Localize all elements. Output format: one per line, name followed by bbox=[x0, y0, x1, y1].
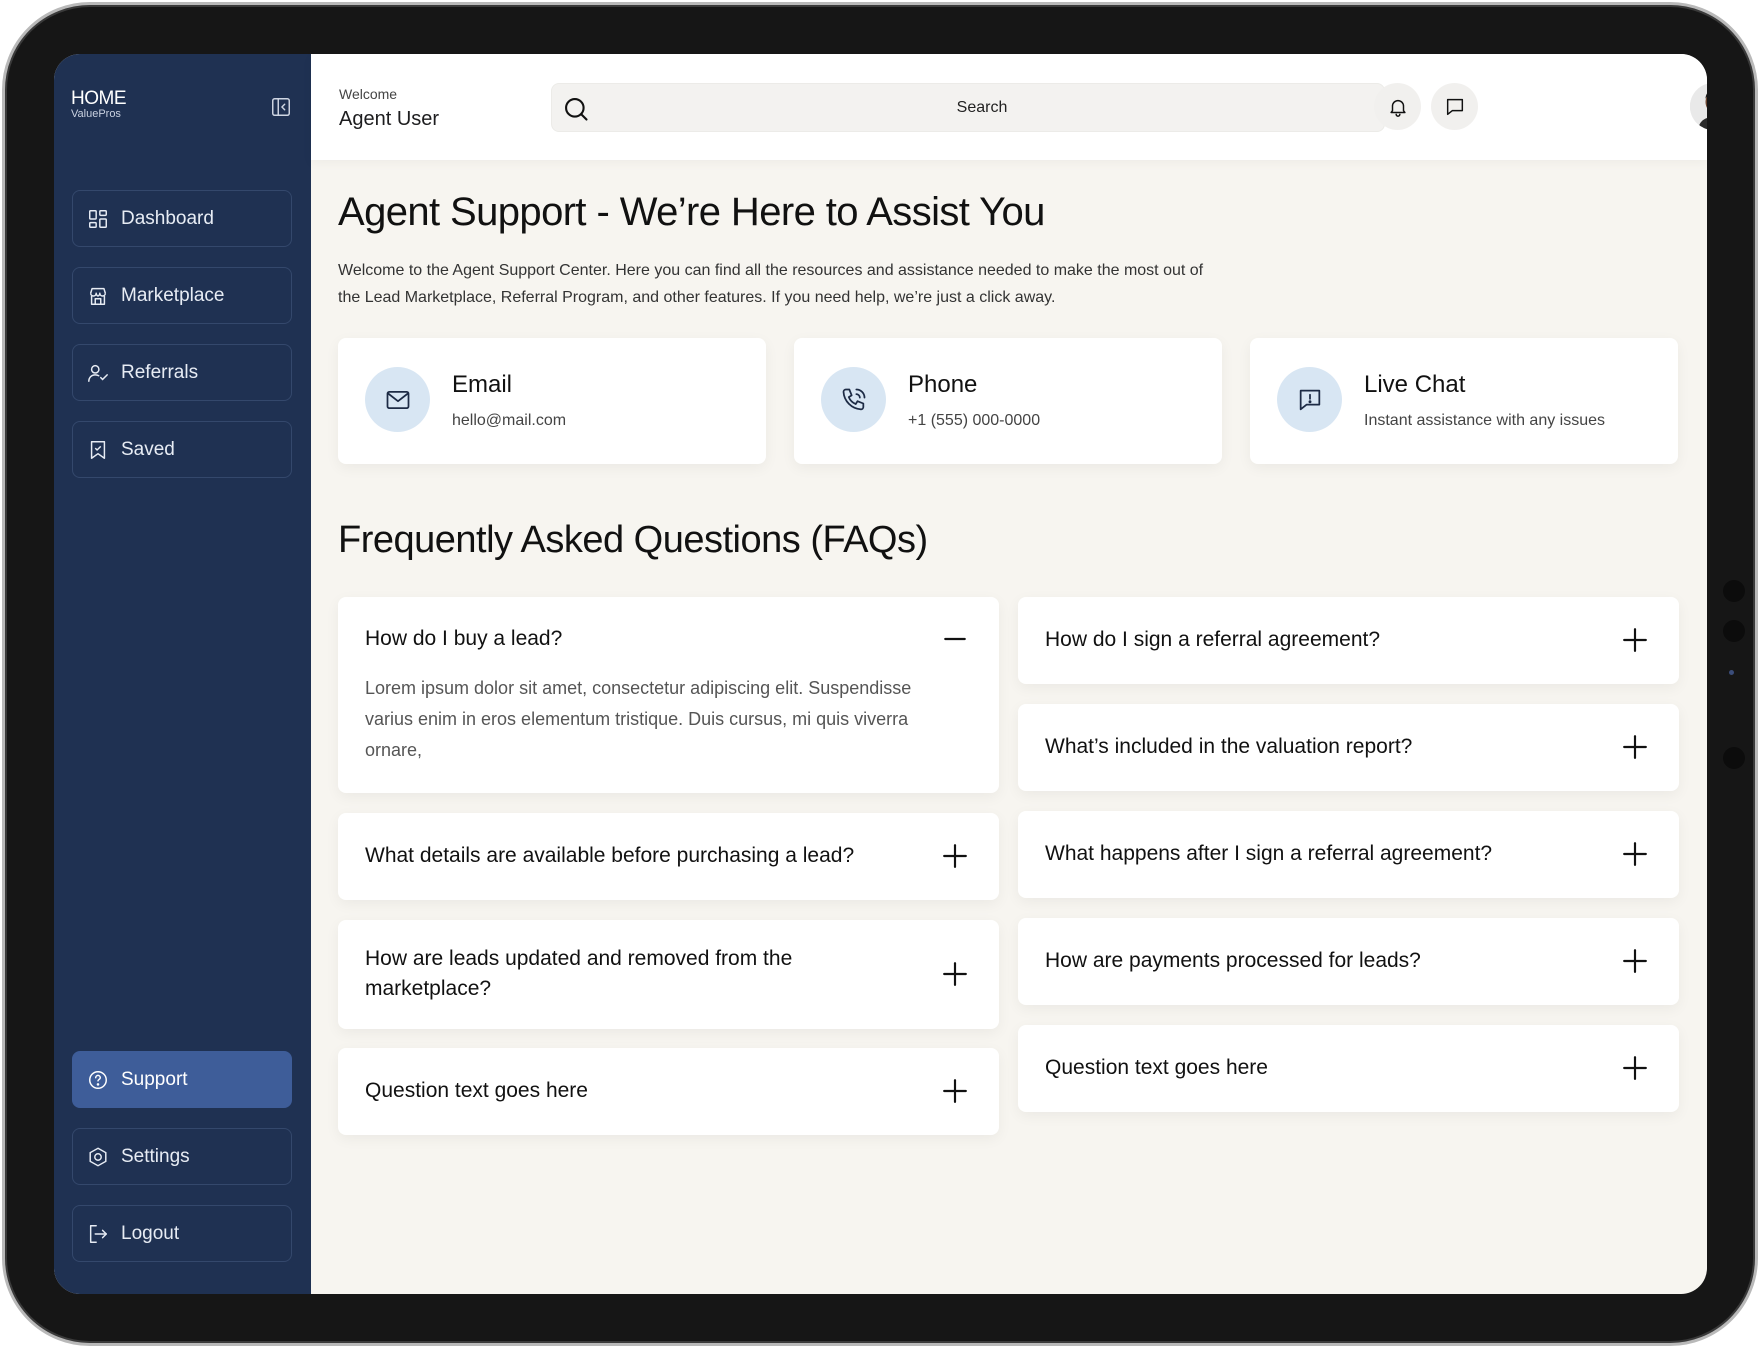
logout-icon bbox=[89, 1224, 107, 1243]
contact-email-value[interactable]: hello@mail.com bbox=[452, 412, 566, 430]
sidebar-item-label: Saved bbox=[121, 438, 175, 460]
plus-icon[interactable] bbox=[1622, 841, 1648, 867]
device-button bbox=[1723, 620, 1745, 642]
faq-item[interactable]: How are leads updated and removed from t… bbox=[338, 920, 999, 1029]
contact-card-email[interactable]: Email hello@mail.com bbox=[338, 338, 766, 464]
faq-question: What details are available before purcha… bbox=[365, 844, 855, 867]
sidebar-item-settings[interactable]: Settings bbox=[72, 1128, 292, 1185]
faq-question: Question text goes here bbox=[1045, 1056, 1268, 1079]
plus-icon[interactable] bbox=[942, 1078, 968, 1104]
contact-card-live-chat[interactable]: Live Chat Instant assistance with any is… bbox=[1250, 338, 1678, 464]
device-sensor bbox=[1729, 670, 1734, 675]
faq-question: Question text goes here bbox=[365, 1079, 588, 1102]
notifications-button[interactable] bbox=[1374, 83, 1421, 130]
faq-item[interactable]: How do I sign a referral agreement? bbox=[1018, 597, 1679, 684]
contact-phone-value[interactable]: +1 (555) 000-0000 bbox=[908, 412, 1040, 430]
sidebar-item-label: Logout bbox=[121, 1222, 180, 1244]
plus-icon[interactable] bbox=[1622, 948, 1648, 974]
contact-card-phone[interactable]: Phone +1 (555) 000-0000 bbox=[794, 338, 1222, 464]
store-icon bbox=[89, 287, 107, 305]
contact-title: Phone bbox=[908, 371, 978, 398]
bell-icon bbox=[1389, 99, 1406, 117]
contact-title: Live Chat bbox=[1364, 371, 1466, 398]
user-name: Agent User bbox=[339, 108, 440, 130]
sidebar-collapse-icon[interactable] bbox=[270, 96, 292, 118]
welcome-label: Welcome bbox=[339, 86, 398, 102]
faq-question: How are leads updated and removed from t… bbox=[365, 947, 793, 1000]
faq-answer: Lorem ipsum dolor sit amet, consectetur … bbox=[365, 678, 912, 760]
app-screen: HOME ValuePros Dashboard Marketplace Ref… bbox=[54, 54, 1707, 1294]
logo[interactable]: HOME ValuePros bbox=[71, 88, 127, 120]
minus-icon[interactable] bbox=[942, 626, 968, 652]
plus-icon[interactable] bbox=[942, 843, 968, 869]
help-circle-icon bbox=[89, 1070, 107, 1089]
sidebar-item-label: Dashboard bbox=[121, 207, 214, 229]
bookmark-icon bbox=[90, 440, 106, 459]
device-button bbox=[1723, 747, 1745, 769]
user-avatar-icon bbox=[1690, 83, 1707, 130]
search-icon[interactable] bbox=[562, 95, 590, 123]
faq-item-expanded[interactable]: How do I buy a lead? Lorem ipsum dolor s… bbox=[338, 597, 999, 793]
faq-item[interactable]: What details are available before purcha… bbox=[338, 813, 999, 900]
user-check-icon bbox=[88, 364, 108, 382]
mail-icon bbox=[386, 390, 409, 409]
sidebar-item-label: Support bbox=[121, 1068, 188, 1090]
faq-question: How do I buy a lead? bbox=[365, 627, 563, 650]
sidebar-item-marketplace[interactable]: Marketplace bbox=[72, 267, 292, 324]
faq-section-title: Frequently Asked Questions (FAQs) bbox=[338, 519, 928, 561]
chat-alert-icon bbox=[1299, 389, 1320, 410]
plus-icon[interactable] bbox=[1622, 627, 1648, 653]
sidebar: HOME ValuePros Dashboard Marketplace Ref… bbox=[54, 54, 311, 1294]
contact-icon-circle bbox=[821, 367, 886, 432]
page-title: Agent Support - We’re Here to Assist You bbox=[338, 190, 1045, 234]
faq-question: What happens after I sign a referral agr… bbox=[1045, 842, 1493, 865]
sidebar-item-referrals[interactable]: Referrals bbox=[72, 344, 292, 401]
message-icon bbox=[1446, 98, 1463, 115]
plus-icon[interactable] bbox=[1622, 1055, 1648, 1081]
avatar[interactable] bbox=[1690, 83, 1707, 130]
search-bar[interactable] bbox=[551, 83, 1385, 132]
sidebar-item-support[interactable]: Support bbox=[72, 1051, 292, 1108]
plus-icon[interactable] bbox=[1622, 734, 1648, 760]
phone-icon bbox=[842, 388, 865, 410]
logo-sub-text: ValuePros bbox=[71, 108, 121, 120]
sidebar-item-logout[interactable]: Logout bbox=[72, 1205, 292, 1262]
sidebar-item-label: Referrals bbox=[121, 361, 199, 383]
contact-icon-circle bbox=[1277, 367, 1342, 432]
faq-question: How are payments processed for leads? bbox=[1045, 949, 1421, 972]
device-button bbox=[1723, 580, 1745, 602]
settings-icon bbox=[89, 1146, 107, 1167]
faq-item[interactable]: What happens after I sign a referral agr… bbox=[1018, 811, 1679, 898]
dashboard-icon bbox=[89, 209, 107, 228]
sidebar-item-saved[interactable]: Saved bbox=[72, 421, 292, 478]
top-header: Welcome Agent User bbox=[311, 54, 1707, 160]
contact-title: Email bbox=[452, 371, 513, 398]
faq-item[interactable]: Question text goes here bbox=[1018, 1025, 1679, 1112]
messages-button[interactable] bbox=[1431, 83, 1478, 130]
contact-icon-circle bbox=[365, 367, 430, 432]
faq-item[interactable]: Question text goes here bbox=[338, 1048, 999, 1135]
faq-question: How do I sign a referral agreement? bbox=[1045, 628, 1381, 651]
contact-subtitle: Instant assistance with any issues bbox=[1364, 412, 1606, 429]
page-description: Welcome to the Agent Support Center. Her… bbox=[338, 262, 1204, 306]
faq-question: What’s included in the valuation report? bbox=[1045, 735, 1413, 758]
logo-main-text: HOME bbox=[71, 88, 127, 109]
sidebar-item-label: Marketplace bbox=[121, 284, 225, 306]
plus-icon[interactable] bbox=[942, 961, 968, 987]
sidebar-item-label: Settings bbox=[121, 1145, 190, 1167]
faq-item[interactable]: What’s included in the valuation report? bbox=[1018, 704, 1679, 791]
sidebar-item-dashboard[interactable]: Dashboard bbox=[72, 190, 292, 247]
search-input[interactable] bbox=[602, 84, 1362, 131]
faq-item[interactable]: How are payments processed for leads? bbox=[1018, 918, 1679, 1005]
